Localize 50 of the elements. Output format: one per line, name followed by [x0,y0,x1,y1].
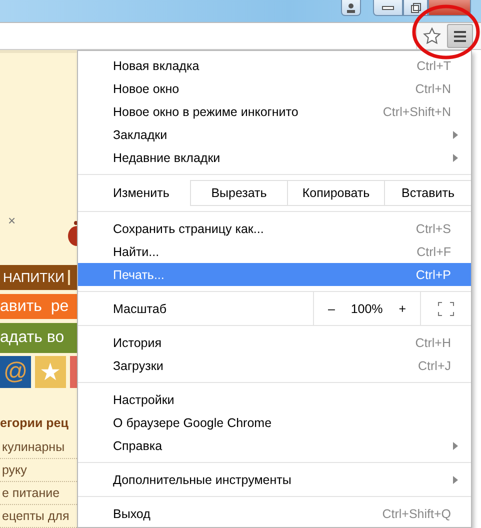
menu-item[interactable]: Новое окно в режиме инкогнито Ctrl+Shift+N [78,100,471,123]
submenu-arrow-icon [453,476,458,484]
bookmark-button[interactable] [421,25,443,47]
menu-button[interactable] [447,24,473,48]
shortcut-text: Ctrl+P [416,268,451,282]
menu-item[interactable]: Недавние вкладки [78,146,471,169]
star-icon [423,27,441,45]
fullscreen-icon [438,302,454,316]
edit-action-button[interactable]: Вставить [384,180,471,206]
submenu-arrow-icon [453,130,458,138]
user-button[interactable] [341,0,361,16]
menu-item[interactable]: Настройки [78,388,471,411]
menu-item[interactable]: Сохранить страницу как... Ctrl+S [78,217,471,240]
minimize-icon [382,6,394,10]
zoom-level: 100% [350,302,383,316]
shortcut-text: Ctrl+S [416,222,451,236]
submenu-arrow-icon [453,442,458,450]
categories-heading: егории рец [0,416,70,432]
edit-action-button[interactable]: Копировать [287,180,384,206]
ask-question-button[interactable]: адать во [0,323,77,354]
submenu-arrow-icon [453,154,458,162]
menu-item[interactable]: Новая вкладка Ctrl+T [78,54,471,77]
shortcut-text: Ctrl+J [418,358,451,372]
person-icon [346,2,356,12]
shortcut-text: Ctrl+Shift+Q [382,506,451,520]
shortcut-text: Ctrl+T [416,58,451,72]
edit-label: Изменить [113,185,170,202]
shortcut-text: Ctrl+F [416,244,451,258]
minimize-button[interactable] [373,0,403,16]
zoom-out-button[interactable]: – [328,302,335,316]
menu-icon [454,30,466,42]
maximize-button[interactable] [403,0,428,16]
edit-action-button[interactable]: Вырезать [190,180,287,206]
menu-item[interactable]: Дополнительные инструменты [78,468,471,491]
menu-item[interactable]: Найти... Ctrl+F [78,240,471,263]
menu-item[interactable]: История Ctrl+H [78,331,471,354]
zoom-label: Масштаб [113,300,168,318]
menu-item[interactable]: Закладки [78,123,471,146]
shortcut-text: Ctrl+Shift+N [382,104,451,118]
restore-icon [410,2,420,12]
shortcut-text: Ctrl+H [415,336,451,350]
zoom-in-button[interactable]: + [398,302,406,316]
menu-item[interactable]: Новое окно Ctrl+N [78,77,471,100]
menu-item[interactable]: О браузере Google Chrome [78,411,471,434]
menu-item[interactable]: Справка [78,434,471,457]
shortcut-text: Ctrl+N [415,82,451,96]
nav-tab[interactable]: НАПИТКИ [0,264,77,290]
menu-item[interactable]: Загрузки Ctrl+J [78,354,471,377]
close-mark[interactable]: × [8,213,16,228]
menu-item[interactable]: Выход Ctrl+Shift+Q [78,502,471,525]
